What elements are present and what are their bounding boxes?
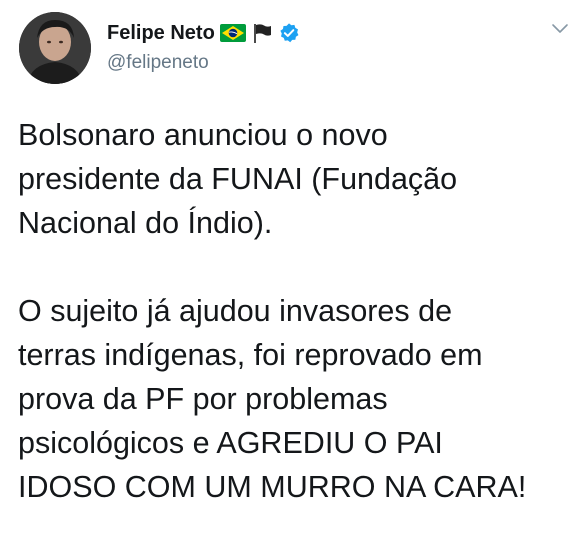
tweet-text: Bolsonaro anunciou o novo presidente da … bbox=[18, 113, 578, 509]
tweet-line: Nacional do Índio). bbox=[18, 206, 273, 240]
tweet-line: presidente da FUNAI (Fundação bbox=[18, 162, 458, 196]
tweet-line: Bolsonaro anunciou o novo bbox=[18, 118, 388, 152]
avatar[interactable] bbox=[19, 12, 91, 84]
black-flag-icon bbox=[251, 22, 273, 44]
author-handle[interactable]: @felipeneto bbox=[107, 52, 209, 74]
chevron-down-icon[interactable] bbox=[550, 22, 570, 36]
author-display-name[interactable]: Felipe Neto bbox=[107, 22, 215, 45]
brazil-flag-icon bbox=[219, 24, 246, 42]
tweet-paragraph: O sujeito já ajudou invasores de terras … bbox=[18, 289, 578, 509]
tweet-paragraph: Bolsonaro anunciou o novo presidente da … bbox=[18, 113, 578, 245]
tweet-line: terras indígenas, foi reprovado em bbox=[18, 338, 483, 372]
avatar-image bbox=[19, 12, 91, 84]
tweet-card: Felipe Neto @felipeneto Bolsonaro anunci… bbox=[0, 0, 588, 544]
author-name-row[interactable]: Felipe Neto bbox=[107, 20, 300, 46]
verified-badge-icon bbox=[278, 22, 300, 44]
tweet-line: prova da PF por problemas bbox=[18, 382, 388, 416]
tweet-line: IDOSO COM UM MURRO NA CARA! bbox=[18, 470, 527, 504]
tweet-line: psicológicos e AGREDIU O PAI bbox=[18, 426, 443, 460]
tweet-line: O sujeito já ajudou invasores de bbox=[18, 294, 453, 328]
